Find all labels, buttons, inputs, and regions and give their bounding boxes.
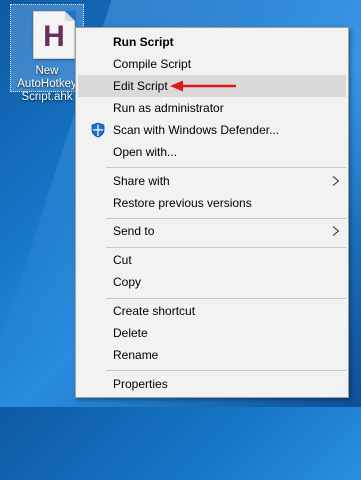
menu-item-cut[interactable]: Cut bbox=[78, 249, 346, 271]
menu-item-label: Compile Script bbox=[113, 57, 192, 71]
file-name-line-1: New bbox=[35, 65, 59, 77]
menu-separator bbox=[106, 218, 346, 219]
menu-item-open-with[interactable]: Open with... bbox=[78, 141, 346, 163]
menu-item-copy[interactable]: Copy bbox=[78, 271, 346, 293]
menu-item-label: Edit Script bbox=[113, 79, 168, 93]
ahk-file-icon: H bbox=[33, 11, 75, 59]
menu-item-restore-previous-versions[interactable]: Restore previous versions bbox=[78, 192, 346, 214]
menu-item-label: Run as administrator bbox=[113, 101, 224, 115]
menu-item-send-to[interactable]: Send to bbox=[78, 220, 346, 242]
ahk-file-desktop-icon[interactable]: H New AutoHotkey Script.ahk bbox=[10, 4, 84, 103]
svg-text:H: H bbox=[43, 20, 65, 52]
menu-separator bbox=[106, 247, 346, 248]
windows-defender-shield-icon bbox=[91, 122, 105, 138]
menu-separator bbox=[106, 167, 346, 168]
menu-item-scan-defender[interactable]: Scan with Windows Defender... bbox=[78, 119, 346, 141]
menu-item-share-with[interactable]: Share with bbox=[78, 170, 346, 192]
annotation-arrow-icon bbox=[170, 80, 236, 92]
menu-item-label: Copy bbox=[113, 275, 142, 289]
menu-item-label: Cut bbox=[113, 253, 132, 267]
menu-item-compile-script[interactable]: Compile Script bbox=[78, 53, 346, 75]
menu-item-label: Share with bbox=[113, 174, 170, 188]
menu-item-label: Restore previous versions bbox=[113, 196, 252, 210]
file-name-label: New AutoHotkey Script.ahk bbox=[11, 65, 83, 104]
menu-item-label: Rename bbox=[113, 348, 159, 362]
menu-item-create-shortcut[interactable]: Create shortcut bbox=[78, 300, 346, 322]
menu-item-run-as-administrator[interactable]: Run as administrator bbox=[78, 97, 346, 119]
file-name-line-3: Script.ahk bbox=[21, 91, 73, 103]
menu-item-rename[interactable]: Rename bbox=[78, 344, 346, 366]
menu-item-label: Open with... bbox=[113, 145, 178, 159]
menu-item-label: Send to bbox=[113, 224, 155, 238]
menu-item-properties[interactable]: Properties bbox=[78, 373, 346, 395]
menu-item-delete[interactable]: Delete bbox=[78, 322, 346, 344]
menu-separator bbox=[106, 298, 346, 299]
file-name-line-2: AutoHotkey bbox=[17, 78, 77, 90]
menu-item-label: Delete bbox=[113, 326, 148, 340]
menu-item-label: Run Script bbox=[113, 35, 174, 49]
chevron-right-icon bbox=[332, 176, 340, 186]
chevron-right-icon bbox=[332, 226, 340, 236]
ahk-h-glyph-icon: H bbox=[43, 20, 65, 52]
menu-item-run-script[interactable]: Run Script bbox=[78, 31, 346, 53]
menu-item-label: Create shortcut bbox=[113, 304, 196, 318]
menu-item-label: Properties bbox=[113, 377, 168, 391]
menu-item-label: Scan with Windows Defender... bbox=[113, 123, 280, 137]
menu-separator bbox=[106, 370, 346, 371]
